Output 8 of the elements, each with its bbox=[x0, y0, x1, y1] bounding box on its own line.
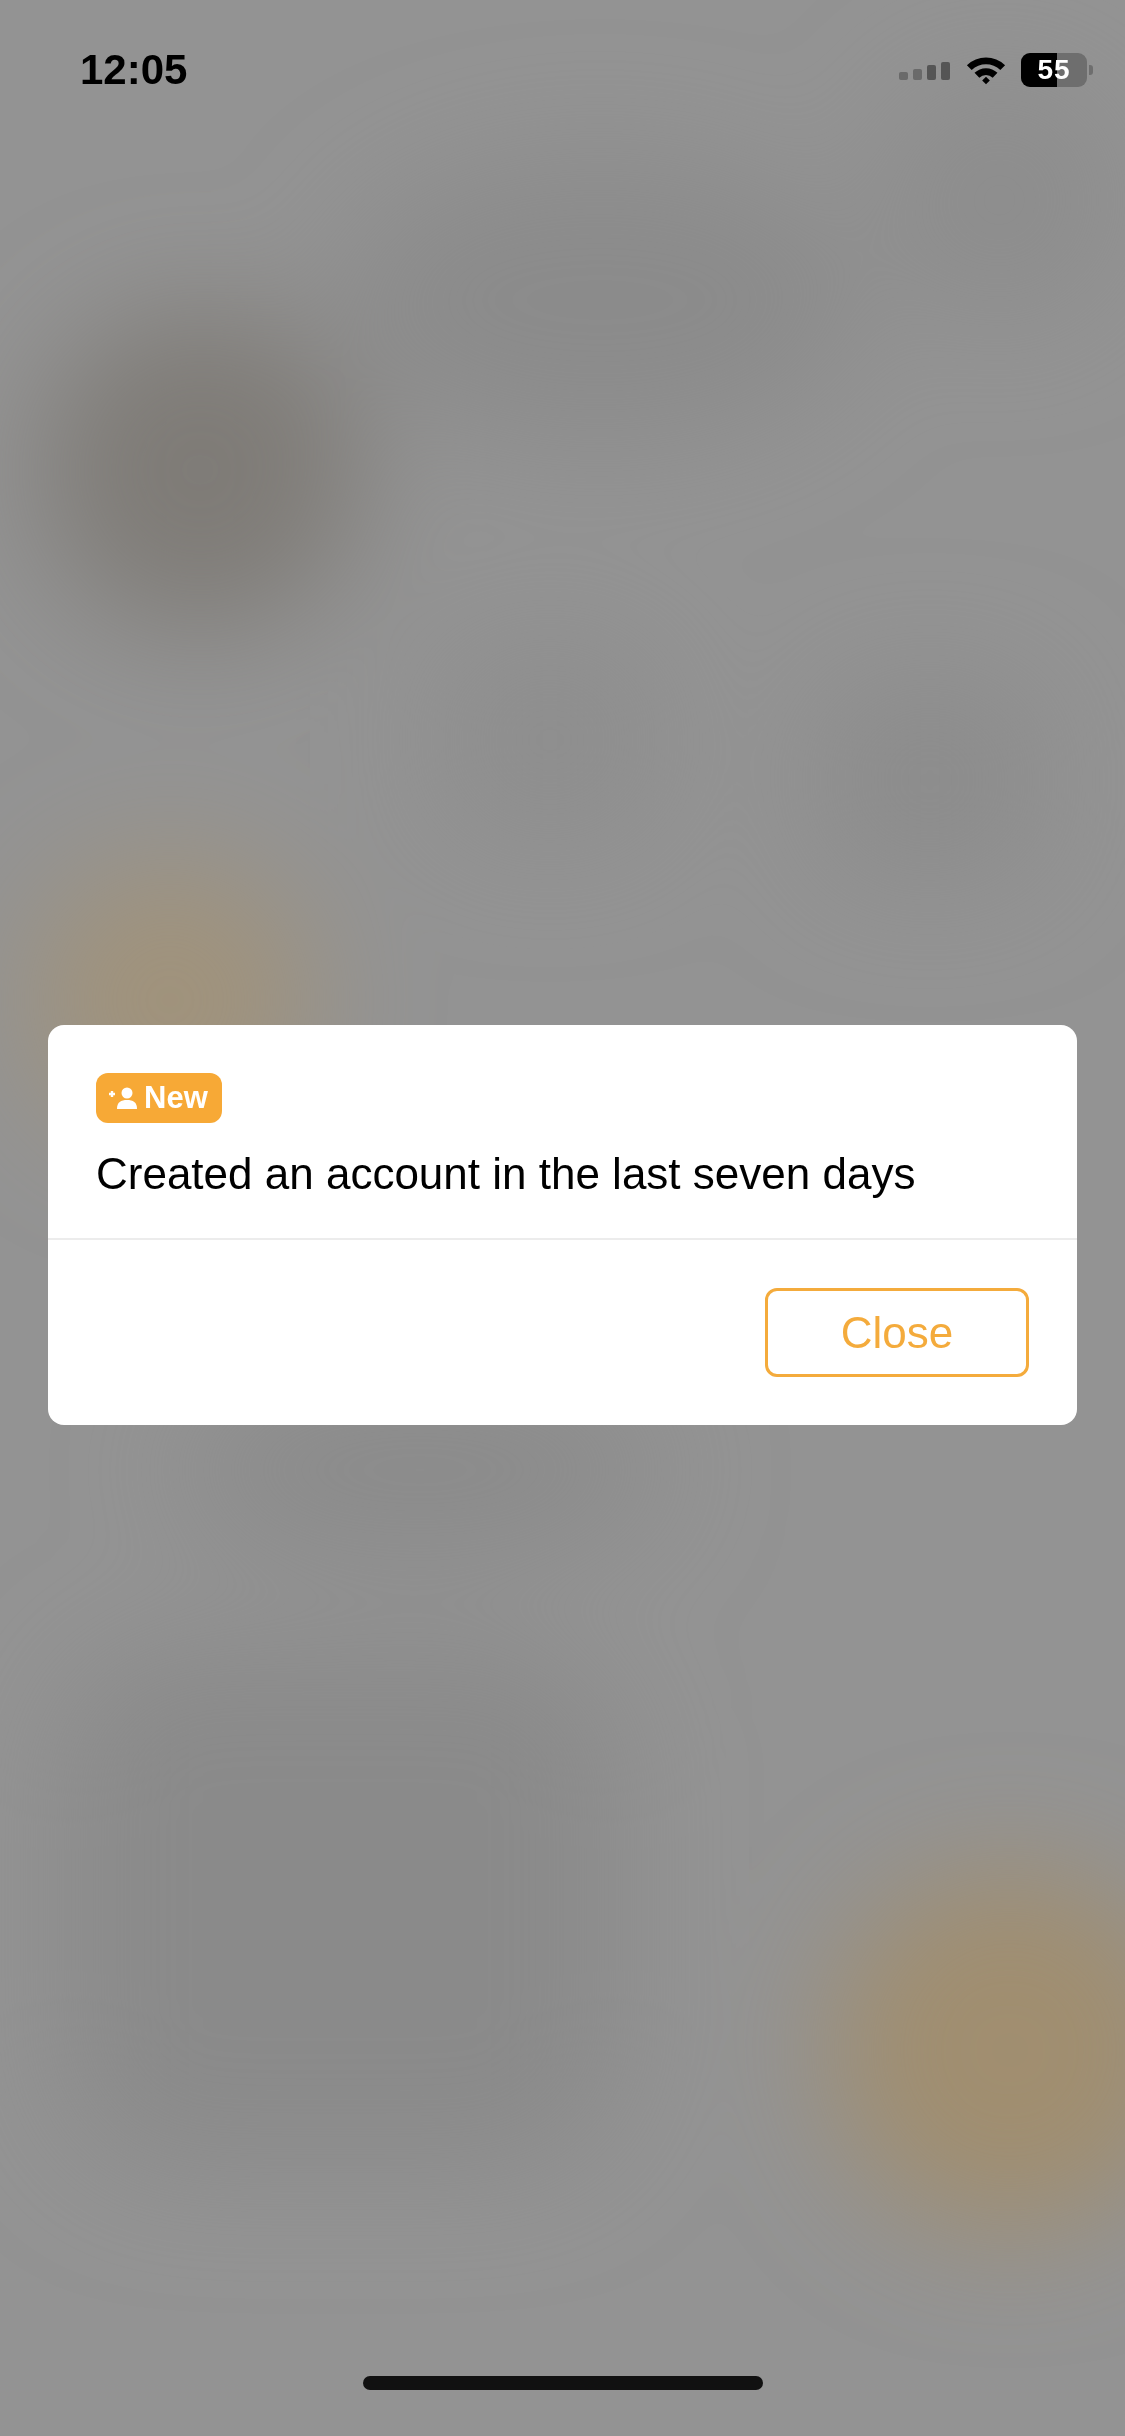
dialog-message: Created an account in the last seven days bbox=[96, 1147, 917, 1200]
badge-label: New bbox=[144, 1079, 208, 1116]
status-time: 12:05 bbox=[80, 46, 188, 94]
add-person-icon bbox=[108, 1085, 138, 1110]
signal-icon bbox=[899, 60, 951, 80]
home-indicator[interactable] bbox=[362, 2376, 763, 2390]
battery-level: 55 bbox=[1037, 54, 1071, 86]
close-button[interactable]: Close bbox=[765, 1288, 1029, 1378]
